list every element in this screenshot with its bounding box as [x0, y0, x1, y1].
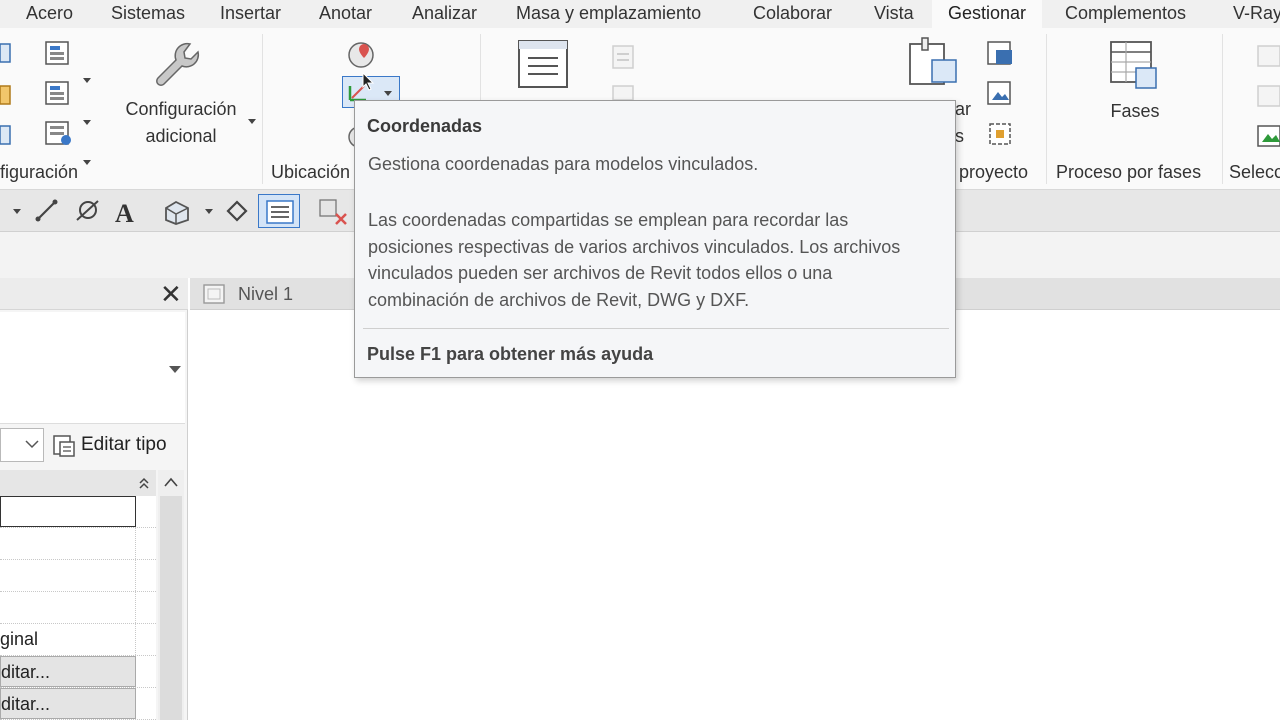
tooltip-description-line: posiciones respectivas de varios archivo…	[368, 237, 901, 257]
close-icon[interactable]: ✕	[160, 280, 182, 308]
project-info-icon[interactable]	[516, 38, 572, 92]
ribbon-tab-bar: Acero Sistemas Insertar Anotar Analizar …	[0, 0, 1280, 28]
table-row	[0, 560, 156, 592]
chevron-down-icon[interactable]	[205, 209, 213, 214]
edit-type-icon[interactable]	[52, 434, 76, 458]
property-value[interactable]	[0, 528, 136, 559]
properties-grid: ginal ditar... ditar...	[0, 496, 156, 720]
table-row	[0, 592, 156, 624]
save-selection-icon	[1257, 45, 1280, 67]
svg-text:A: A	[115, 199, 134, 226]
tab-insertar[interactable]: Insertar	[204, 0, 297, 28]
properties-panel: ✕ Editar tipo ginal ditar... ditar...	[0, 278, 188, 720]
type-selector[interactable]	[0, 312, 185, 424]
tab-gestionar[interactable]: Gestionar	[932, 0, 1043, 28]
chevron-down-icon[interactable]	[384, 91, 392, 96]
measure-icon[interactable]	[34, 198, 60, 224]
tab-complementos[interactable]: Complementos	[1049, 0, 1202, 28]
scrollbar-track[interactable]	[160, 496, 182, 720]
global-parameters-icon[interactable]	[44, 120, 74, 146]
edit-type-button[interactable]: Editar tipo	[81, 428, 167, 462]
partial-label-2[interactable]: s	[955, 123, 964, 150]
properties-header: ✕	[0, 278, 188, 310]
tooltip-title: Coordenadas	[367, 116, 483, 136]
config-adicional-label-2[interactable]: adicional	[114, 123, 248, 150]
panel-title-seleccion: Selecc	[1229, 162, 1280, 182]
panel-divider	[262, 34, 263, 184]
tooltip-description-line: vinculados pueden ser archivos de Revit …	[368, 263, 833, 283]
text-icon[interactable]: A	[112, 198, 140, 226]
manage-links-icon[interactable]	[904, 36, 962, 88]
chevron-down-icon[interactable]	[169, 366, 181, 373]
tab-anotar[interactable]: Anotar	[303, 0, 388, 28]
table-row	[0, 496, 156, 528]
panel-divider	[1222, 34, 1223, 184]
material-icon[interactable]	[0, 84, 12, 106]
collapse-icon	[139, 477, 149, 489]
thin-lines-icon	[266, 200, 294, 224]
edit-property-button[interactable]: ditar...	[0, 688, 136, 719]
property-value-input[interactable]	[0, 496, 136, 527]
chevron-up-icon[interactable]	[164, 476, 178, 488]
property-value[interactable]: ginal	[0, 624, 136, 655]
chevron-down-icon	[25, 440, 39, 449]
thin-lines-button[interactable]	[258, 194, 300, 228]
partial-label-1[interactable]: ar	[955, 96, 971, 123]
panel-title-proyecto: proyecto	[959, 162, 1029, 182]
coordinates-tooltip: Coordenadas Gestiona coordenadas para mo…	[354, 100, 956, 378]
tab-nivel-1[interactable]: Nivel 1	[198, 278, 293, 310]
decal-types-icon[interactable]	[986, 80, 1016, 108]
tooltip-divider	[363, 328, 949, 329]
chevron-down-icon[interactable]	[83, 160, 91, 165]
3d-view-icon[interactable]	[162, 198, 192, 226]
fases-label[interactable]: Fases	[1090, 98, 1180, 125]
wrench-icon[interactable]	[150, 38, 206, 90]
tab-vista[interactable]: Vista	[858, 0, 930, 28]
table-row: ditar...	[0, 656, 156, 688]
tooltip-description-line: combinación de archivos de Revit, DWG y …	[368, 290, 750, 310]
mouse-cursor-icon	[362, 72, 375, 91]
tab-analizar[interactable]: Analizar	[396, 0, 493, 28]
chevron-down-icon[interactable]	[83, 120, 91, 125]
edit-selection-icon[interactable]	[1254, 122, 1280, 148]
properties-group-header[interactable]	[0, 470, 156, 496]
panel-title-configuracion: figuración	[0, 162, 79, 182]
properties-scrollbar[interactable]	[158, 470, 184, 720]
manage-images-icon[interactable]	[986, 40, 1016, 68]
chevron-down-icon[interactable]	[248, 119, 256, 124]
panel-title-ubicacion: Ubicación	[271, 162, 351, 182]
property-value[interactable]	[0, 592, 136, 623]
table-row	[0, 528, 156, 560]
tab-acero[interactable]: Acero	[10, 0, 89, 28]
tab-vray[interactable]: V-Ray	[1217, 0, 1280, 28]
instance-filter-select[interactable]	[0, 428, 44, 462]
dimension-icon[interactable]	[74, 198, 102, 224]
phases-icon[interactable]	[1108, 38, 1162, 90]
tab-colaborar[interactable]: Colaborar	[737, 0, 848, 28]
tab-sistemas[interactable]: Sistemas	[95, 0, 201, 28]
chevron-down-icon[interactable]	[83, 78, 91, 83]
location-pin-icon[interactable]	[346, 40, 376, 70]
load-selection-icon	[1257, 85, 1280, 107]
panel-divider	[1046, 34, 1047, 184]
close-hidden-windows-icon[interactable]	[318, 198, 348, 226]
panel-title-proceso-fases: Proceso por fases	[1056, 162, 1202, 182]
starting-view-icon[interactable]	[986, 120, 1016, 148]
transfer-standards-icon	[612, 45, 634, 69]
shared-parameters-icon[interactable]	[44, 80, 72, 106]
chevron-down-icon[interactable]	[13, 209, 21, 214]
property-value[interactable]	[0, 560, 136, 591]
config-adicional-label-1[interactable]: Configuración	[114, 96, 248, 123]
object-styles-icon[interactable]	[0, 124, 12, 146]
section-icon[interactable]	[224, 198, 250, 224]
table-row: ginal	[0, 624, 156, 656]
edit-property-button[interactable]: ditar...	[0, 656, 136, 687]
tooltip-summary: Gestiona coordenadas para modelos vincul…	[368, 154, 759, 174]
tooltip-help-hint: Pulse F1 para obtener más ayuda	[367, 344, 654, 364]
settings-icon[interactable]	[0, 42, 12, 64]
tab-masa-emplazamiento[interactable]: Masa y emplazamiento	[500, 0, 717, 28]
project-parameters-icon[interactable]	[44, 40, 72, 66]
table-row: ditar...	[0, 688, 156, 720]
tooltip-description-line: Las coordenadas compartidas se emplean p…	[368, 210, 849, 230]
